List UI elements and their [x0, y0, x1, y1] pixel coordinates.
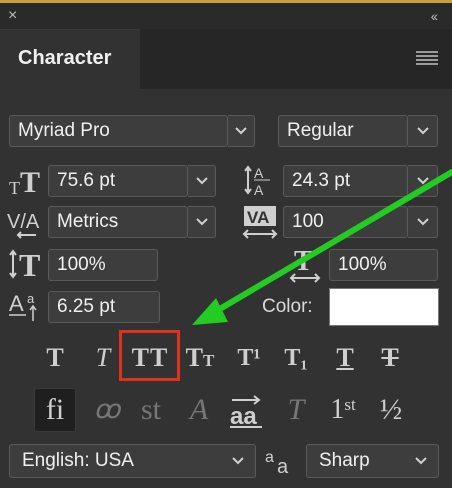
svg-text:V/A: V/A	[7, 211, 40, 233]
leading-value: 24.3 pt	[292, 170, 351, 191]
kerning-value: Metrics	[57, 211, 119, 232]
chevron-down-icon	[232, 457, 244, 465]
color-label: Color:	[262, 296, 313, 317]
close-icon[interactable]: ×	[8, 8, 17, 24]
font-size-dropdown[interactable]	[188, 165, 216, 197]
tracking-value: 100	[292, 211, 324, 232]
discretionary-ligatures-button[interactable]: ꝏ	[86, 388, 128, 432]
language-dropdown[interactable]: English: USA	[9, 444, 256, 478]
underline-button[interactable]: T	[325, 338, 365, 378]
collapse-icon[interactable]: ‹‹	[431, 8, 438, 24]
font-family-dropdown[interactable]	[228, 115, 255, 147]
tracking-field[interactable]: 100	[283, 206, 408, 238]
ligatures-button[interactable]: fi	[34, 388, 76, 432]
font-family-value: Myriad Pro	[18, 120, 110, 141]
chevron-down-icon	[416, 127, 429, 135]
svg-text:T: T	[20, 166, 40, 196]
tab-character[interactable]: Character	[0, 29, 140, 89]
font-size-value: 75.6 pt	[57, 170, 116, 191]
faux-italic-button[interactable]: T	[83, 338, 123, 378]
ordinals-button[interactable]: 1st	[322, 388, 364, 432]
panel-tabbar: Character	[0, 29, 452, 89]
baseline-shift-field[interactable]: 6.25 pt	[48, 291, 160, 323]
tracking-dropdown[interactable]	[408, 206, 438, 238]
chevron-down-icon	[416, 177, 429, 185]
svg-text:T: T	[294, 246, 313, 277]
chevron-down-icon	[415, 457, 427, 465]
horizontal-scale-icon: T	[288, 246, 324, 284]
kerning-field[interactable]: Metrics	[48, 206, 188, 238]
swash-button[interactable]: A	[178, 388, 220, 432]
svg-text:A: A	[254, 165, 264, 181]
vertical-scale-field[interactable]: 100%	[48, 249, 158, 281]
kerning-dropdown[interactable]	[188, 206, 216, 238]
svg-text:T: T	[9, 178, 20, 196]
baseline-shift-icon: Aa	[8, 289, 46, 323]
leading-field[interactable]: 24.3 pt	[283, 165, 408, 197]
svg-text:A: A	[9, 291, 24, 316]
svg-text:a: a	[265, 449, 274, 466]
chevron-down-icon	[195, 218, 208, 226]
font-style-value: Regular	[287, 120, 354, 141]
svg-text:a: a	[27, 291, 35, 306]
vertical-scale-value: 100%	[57, 254, 106, 275]
leading-icon: AA	[242, 162, 278, 198]
vertical-scale-icon: T	[8, 247, 46, 281]
contextual-alternates-button[interactable]: st	[130, 388, 172, 432]
svg-text:VA: VA	[247, 208, 269, 227]
titling-alternates-button[interactable]: T	[275, 388, 317, 432]
faux-bold-button[interactable]: T	[35, 338, 75, 378]
font-size-icon: TT	[8, 165, 44, 197]
tracking-icon: VA	[240, 204, 280, 242]
baseline-shift-value: 6.25 pt	[57, 296, 116, 317]
panel-menu-icon[interactable]	[416, 51, 438, 65]
fractions-button[interactable]: ½	[370, 388, 412, 432]
horizontal-scale-field[interactable]: 100%	[329, 249, 438, 281]
superscript-button[interactable]: T¹	[229, 338, 269, 378]
font-style-field[interactable]: Regular	[278, 115, 408, 147]
leading-dropdown[interactable]	[408, 165, 438, 197]
strikethrough-button[interactable]: T	[370, 338, 410, 378]
antialiasing-icon: aa	[264, 446, 298, 476]
small-caps-button[interactable]: TT	[180, 338, 220, 378]
chevron-down-icon	[416, 218, 429, 226]
svg-text:a: a	[277, 456, 289, 476]
kerning-icon: V/A	[6, 206, 46, 240]
language-value: English: USA	[22, 450, 134, 471]
tab-character-label: Character	[18, 47, 112, 69]
all-caps-highlight-box	[119, 330, 180, 381]
color-swatch[interactable]	[329, 288, 439, 326]
antialiasing-value: Sharp	[319, 450, 370, 471]
svg-text:aa: aa	[230, 403, 257, 430]
svg-text:A: A	[254, 182, 264, 198]
panel-titlebar: × ‹‹	[0, 3, 452, 29]
stylistic-alternates-button[interactable]: aa	[225, 388, 267, 432]
horizontal-scale-value: 100%	[338, 254, 387, 275]
antialiasing-dropdown[interactable]: Sharp	[306, 444, 439, 478]
font-style-dropdown[interactable]	[408, 115, 438, 147]
font-size-field[interactable]: 75.6 pt	[48, 165, 188, 197]
font-family-field[interactable]: Myriad Pro	[9, 115, 228, 147]
svg-text:T: T	[19, 247, 40, 281]
chevron-down-icon	[235, 127, 247, 135]
chevron-down-icon	[195, 177, 208, 185]
subscript-button[interactable]: T₁	[276, 338, 316, 378]
